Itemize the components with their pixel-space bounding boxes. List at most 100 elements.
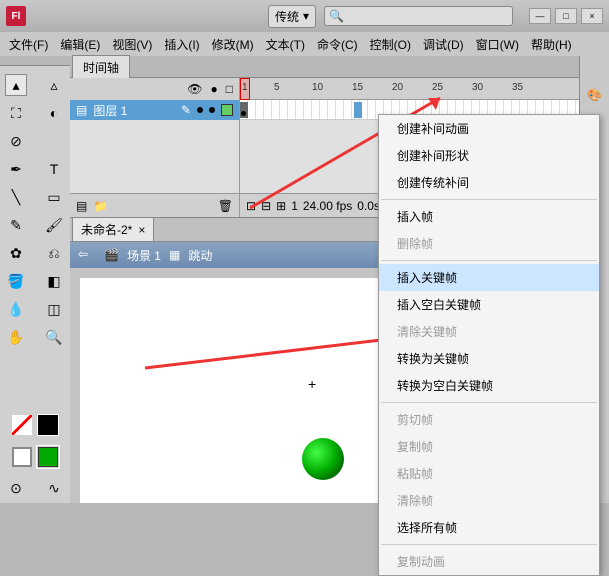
menu-debug[interactable]: 调试(D) bbox=[418, 33, 469, 56]
snap-to-object-icon[interactable]: ⊙ bbox=[5, 477, 27, 499]
context-item[interactable]: 转换为关键帧 bbox=[379, 345, 599, 372]
free-transform-tool[interactable]: ⛶ bbox=[5, 102, 27, 124]
window-controls: — □ × bbox=[529, 8, 603, 24]
fill-row bbox=[12, 447, 58, 467]
context-item[interactable]: 创建补间形状 bbox=[379, 142, 599, 169]
paint-bucket-tool[interactable]: 🪣 bbox=[5, 270, 27, 292]
hand-tool[interactable]: ✋ bbox=[5, 326, 27, 348]
smooth-icon[interactable]: ∿ bbox=[43, 477, 65, 499]
symbol-name[interactable]: 跳动 bbox=[188, 247, 212, 264]
context-item[interactable]: 选择所有帧 bbox=[379, 514, 599, 541]
layer-lock-dot[interactable] bbox=[209, 107, 215, 113]
menu-window[interactable]: 窗口(W) bbox=[471, 33, 524, 56]
menu-text[interactable]: 文本(T) bbox=[261, 33, 310, 56]
edit-multiple-frames-icon[interactable]: ⊞ bbox=[276, 199, 286, 213]
layer-pane: 👁 ● □ ▤ 图层 1 ✎ ▤ 📁 🗑 bbox=[70, 78, 240, 217]
context-item[interactable]: 创建补间动画 bbox=[379, 115, 599, 142]
context-separator bbox=[381, 544, 597, 545]
3d-rotation-tool[interactable]: ◐ bbox=[43, 102, 65, 124]
tick-15: 15 bbox=[352, 82, 363, 93]
context-item[interactable]: 插入空白关键帧 bbox=[379, 291, 599, 318]
menu-control[interactable]: 控制(O) bbox=[365, 33, 416, 56]
onion-skin-outlines-icon[interactable]: ⊟ bbox=[261, 199, 271, 213]
visibility-header-icon[interactable]: 👁 bbox=[187, 82, 202, 96]
swap-colors-icon[interactable] bbox=[38, 415, 58, 435]
frame-ruler[interactable]: 1 5 10 15 20 25 30 35 bbox=[240, 78, 579, 100]
title-bar: Fl 传统 ▾ 🔍 — □ × bbox=[0, 0, 609, 32]
menu-edit[interactable]: 编辑(E) bbox=[55, 33, 105, 56]
menu-file[interactable]: 文件(F) bbox=[4, 33, 53, 56]
selected-frame[interactable] bbox=[354, 102, 362, 118]
fill-swatch[interactable] bbox=[38, 447, 58, 467]
context-separator bbox=[381, 260, 597, 261]
menu-command[interactable]: 命令(C) bbox=[312, 33, 363, 56]
delete-layer-button[interactable]: 🗑 bbox=[218, 199, 233, 213]
context-separator bbox=[381, 402, 597, 403]
context-item[interactable]: 插入帧 bbox=[379, 203, 599, 230]
menu-view[interactable]: 视图(V) bbox=[107, 33, 157, 56]
document-tab-label: 未命名-2* bbox=[81, 221, 132, 238]
menu-insert[interactable]: 插入(I) bbox=[159, 33, 204, 56]
stroke-swatch[interactable] bbox=[12, 415, 32, 435]
tool-options: ⊙ ∿ bbox=[0, 477, 70, 499]
timeline-tabbar: 时间轴 bbox=[70, 56, 579, 78]
workspace-dropdown[interactable]: 传统 ▾ bbox=[268, 5, 316, 28]
context-item[interactable]: 创建传统补间 bbox=[379, 169, 599, 196]
eyedropper-tool[interactable]: 💧 bbox=[5, 298, 27, 320]
scene-name[interactable]: 场景 1 bbox=[127, 247, 161, 264]
onion-skin-icon[interactable]: ⊡ bbox=[246, 199, 256, 213]
lasso-tool[interactable]: ⊘ bbox=[5, 130, 27, 152]
context-item: 删除帧 bbox=[379, 230, 599, 257]
menu-modify[interactable]: 修改(M) bbox=[207, 33, 259, 56]
layer-row[interactable]: ▤ 图层 1 ✎ bbox=[70, 100, 239, 120]
minimize-button[interactable]: — bbox=[529, 8, 551, 24]
line-tool[interactable]: ╲ bbox=[5, 186, 27, 208]
ink-bottle-tool[interactable]: ◧ bbox=[43, 270, 65, 292]
text-tool[interactable]: T bbox=[43, 158, 65, 180]
close-button[interactable]: × bbox=[581, 8, 603, 24]
search-box[interactable]: 🔍 bbox=[324, 6, 513, 26]
bw-default-icon[interactable] bbox=[12, 447, 32, 467]
subselection-tool[interactable]: ▵ bbox=[43, 74, 65, 96]
selection-tool[interactable]: ▴ bbox=[5, 74, 27, 96]
context-item[interactable]: 转换为空白关键帧 bbox=[379, 372, 599, 399]
bone-tool[interactable]: ⎌ bbox=[43, 242, 65, 264]
new-layer-button[interactable]: ▤ bbox=[76, 199, 87, 213]
deco-tool[interactable]: ✿ bbox=[5, 242, 27, 264]
tick-1: 1 bbox=[242, 82, 248, 93]
maximize-button[interactable]: □ bbox=[555, 8, 577, 24]
zoom-tool[interactable]: 🔍 bbox=[43, 326, 65, 348]
outline-header-icon[interactable]: □ bbox=[226, 82, 233, 96]
tool-grid: ▴ ▵ ⛶ ◐ ⊘ ✒ T ╲ ▭ ✎ 🖌 ✿ ⎌ 🪣 ◧ 💧 ◫ ✋ 🔍 bbox=[0, 66, 70, 409]
rectangle-tool[interactable]: ▭ bbox=[43, 186, 65, 208]
layer-outline-box[interactable] bbox=[221, 104, 233, 116]
tick-35: 35 bbox=[512, 82, 523, 93]
pencil-tool[interactable]: ✎ bbox=[5, 214, 27, 236]
timeline-tab[interactable]: 时间轴 bbox=[72, 55, 130, 79]
lock-header-icon[interactable]: ● bbox=[211, 82, 218, 96]
menu-bar: 文件(F) 编辑(E) 视图(V) 插入(I) 修改(M) 文本(T) 命令(C… bbox=[0, 32, 609, 56]
new-folder-button[interactable]: 📁 bbox=[93, 199, 108, 213]
search-icon: 🔍 bbox=[329, 9, 344, 23]
context-item: 剪切帧 bbox=[379, 406, 599, 433]
eraser-tool[interactable]: ◫ bbox=[43, 298, 65, 320]
tick-5: 5 bbox=[274, 82, 280, 93]
stroke-fill-swatches bbox=[12, 415, 58, 435]
keyframe-1[interactable] bbox=[240, 102, 248, 118]
context-item: 粘贴帧 bbox=[379, 460, 599, 487]
layer-visible-dot[interactable] bbox=[197, 107, 203, 113]
menu-help[interactable]: 帮助(H) bbox=[526, 33, 577, 56]
back-arrow-icon[interactable]: ⇦ bbox=[78, 247, 96, 263]
pen-tool[interactable]: ✒ bbox=[5, 158, 27, 180]
green-ball-shape[interactable] bbox=[302, 438, 344, 480]
context-item: 复制动画 bbox=[379, 548, 599, 575]
search-input[interactable] bbox=[348, 9, 508, 23]
brush-tool[interactable]: 🖌 bbox=[43, 214, 65, 236]
color-panel-icon[interactable]: 🎨 bbox=[587, 88, 602, 102]
close-tab-icon[interactable]: × bbox=[138, 223, 145, 237]
document-tab[interactable]: 未命名-2* × bbox=[72, 217, 154, 242]
context-item[interactable]: 插入关键帧 bbox=[379, 264, 599, 291]
tick-30: 30 bbox=[472, 82, 483, 93]
tool-panel-header[interactable] bbox=[0, 56, 70, 66]
chevron-down-icon: ▾ bbox=[303, 9, 309, 23]
